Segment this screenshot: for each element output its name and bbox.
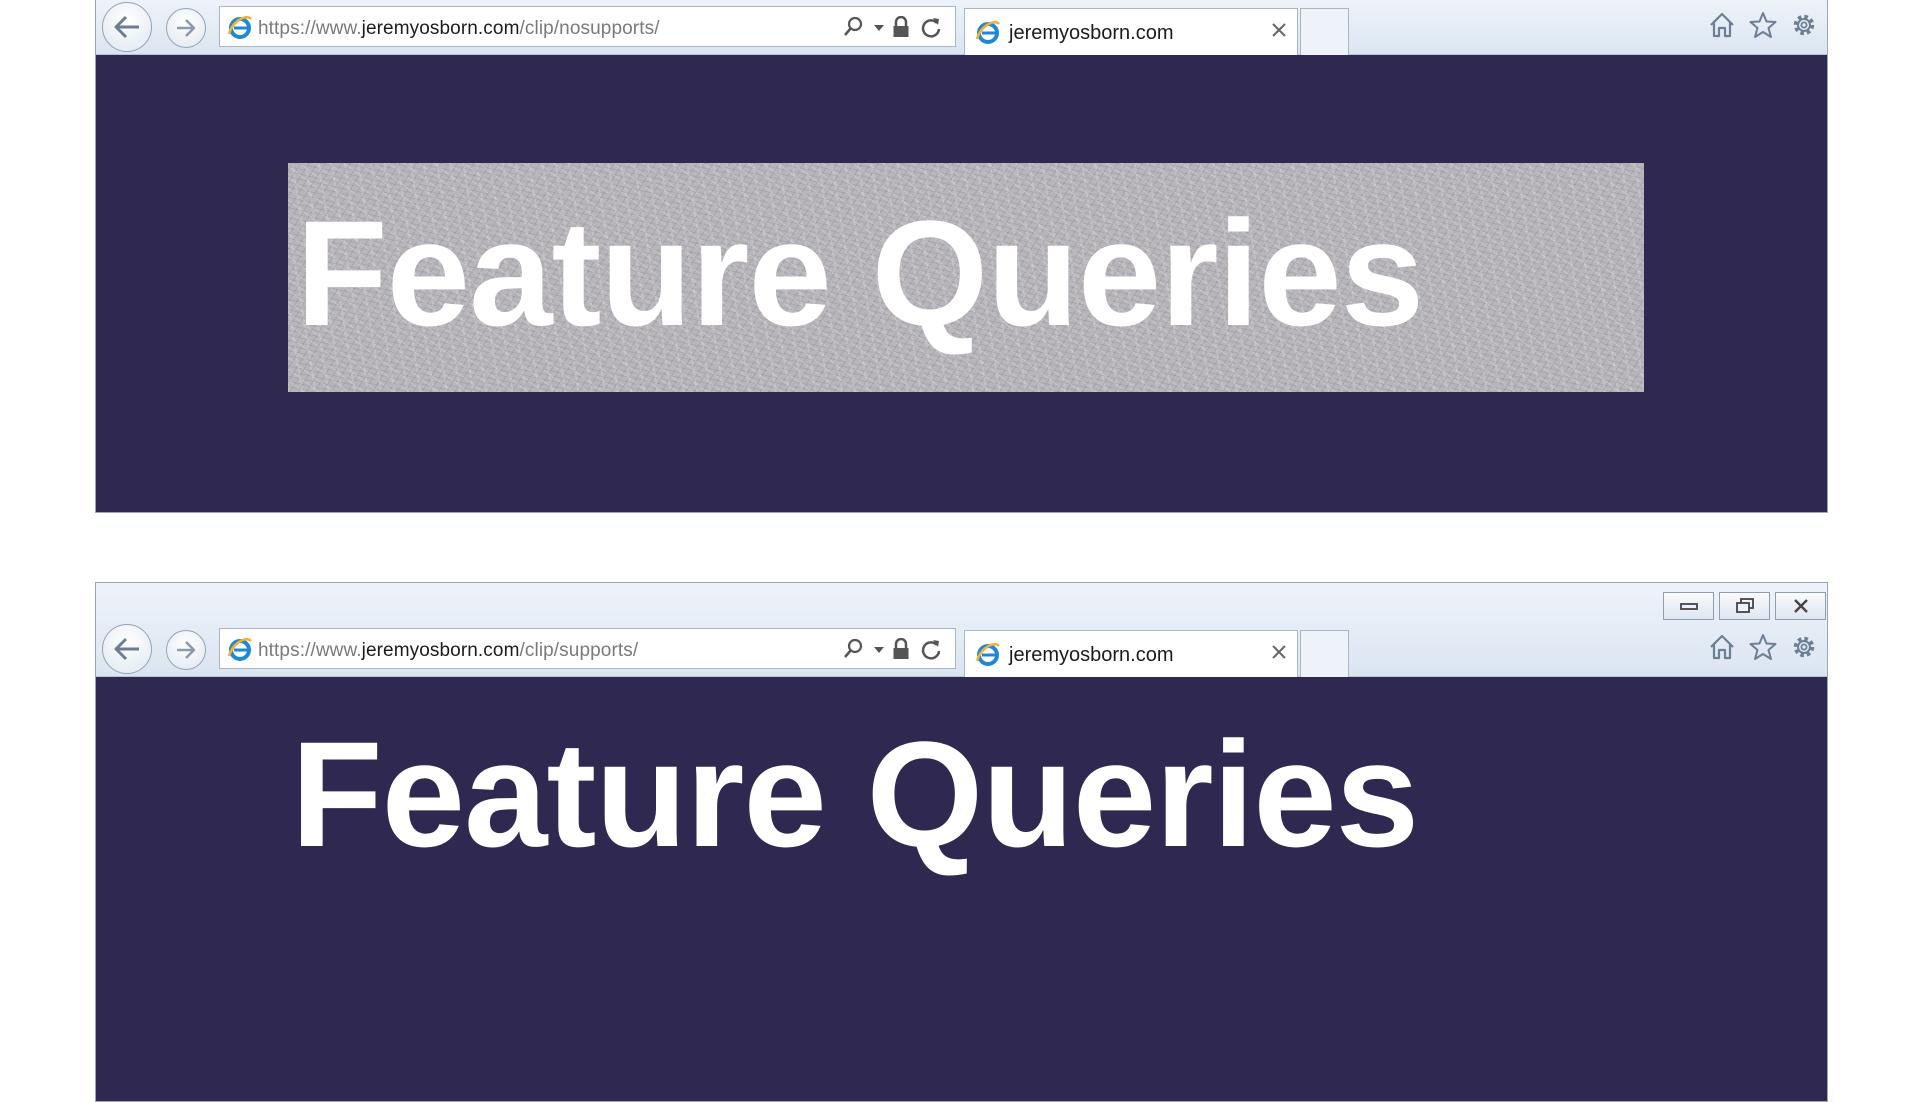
browser-tab[interactable]: jeremyosborn.com: [964, 630, 1298, 677]
back-arrow-icon: [114, 637, 139, 661]
browser-chrome: https://www.jeremyosborn.com/clip/nosupp…: [96, 0, 1827, 55]
star-icon[interactable]: [1749, 633, 1777, 661]
ie-logo-icon: [227, 638, 252, 661]
url-prefix: https://www.: [258, 18, 362, 39]
refresh-icon[interactable]: [920, 638, 942, 660]
browser-tab[interactable]: jeremyosborn.com: [964, 8, 1298, 55]
close-tab-icon[interactable]: [1271, 644, 1287, 660]
url-prefix: https://www.: [258, 640, 362, 661]
back-arrow-icon: [114, 15, 139, 39]
search-icon[interactable]: [842, 16, 864, 38]
ie-logo-icon: [227, 16, 252, 39]
restore-icon: [1735, 598, 1754, 613]
url-text[interactable]: https://www.jeremyosborn.com/clip/suppor…: [258, 640, 638, 662]
ie-logo-icon: [975, 643, 1000, 666]
ie-logo-icon: [975, 21, 1000, 44]
gear-icon[interactable]: [1790, 633, 1818, 661]
forward-button[interactable]: [166, 630, 206, 670]
browser-chrome: https://www.jeremyosborn.com/clip/suppor…: [96, 583, 1827, 677]
url-text[interactable]: https://www.jeremyosborn.com/clip/nosupp…: [258, 18, 660, 40]
url-path: /clip/nosupports/: [519, 18, 660, 39]
textured-banner: Feature Queries: [288, 163, 1644, 392]
home-icon[interactable]: [1708, 633, 1736, 661]
restore-button[interactable]: [1719, 592, 1770, 620]
back-button[interactable]: [102, 624, 152, 674]
lock-icon[interactable]: [892, 638, 910, 660]
gear-icon[interactable]: [1790, 11, 1818, 39]
new-tab-button[interactable]: [1300, 630, 1349, 677]
star-icon[interactable]: [1749, 11, 1777, 39]
minimize-button[interactable]: [1663, 592, 1714, 620]
forward-arrow-icon: [177, 19, 196, 37]
close-tab-icon[interactable]: [1271, 22, 1287, 38]
dropdown-arrow-icon[interactable]: [873, 646, 885, 654]
search-icon[interactable]: [842, 638, 864, 660]
url-domain: jeremyosborn.com: [361, 640, 520, 661]
tab-title: jeremyosborn.com: [1009, 22, 1174, 44]
page-heading: Feature Queries: [291, 710, 1419, 878]
close-window-button[interactable]: [1775, 592, 1826, 620]
browser-window-nosupports: https://www.jeremyosborn.com/clip/nosupp…: [95, 0, 1828, 513]
browser-window-supports: https://www.jeremyosborn.com/clip/suppor…: [95, 582, 1828, 1102]
page-heading: Feature Queries: [296, 189, 1424, 357]
navigation-bar: https://www.jeremyosborn.com/clip/suppor…: [96, 621, 1827, 677]
new-tab-button[interactable]: [1300, 8, 1349, 55]
lock-icon[interactable]: [892, 16, 910, 38]
url-domain: jeremyosborn.com: [361, 18, 520, 39]
forward-arrow-icon: [177, 641, 196, 659]
tab-title: jeremyosborn.com: [1009, 644, 1174, 666]
address-bar[interactable]: https://www.jeremyosborn.com/clip/nosupp…: [219, 6, 956, 47]
close-icon: [1793, 599, 1808, 613]
url-path: /clip/supports/: [519, 640, 639, 661]
minimize-icon: [1679, 603, 1698, 610]
address-bar[interactable]: https://www.jeremyosborn.com/clip/suppor…: [219, 628, 956, 669]
navigation-bar: https://www.jeremyosborn.com/clip/nosupp…: [96, 0, 1827, 55]
back-button[interactable]: [102, 2, 152, 52]
home-icon[interactable]: [1708, 11, 1736, 39]
forward-button[interactable]: [166, 8, 206, 48]
dropdown-arrow-icon[interactable]: [873, 24, 885, 32]
refresh-icon[interactable]: [920, 16, 942, 38]
